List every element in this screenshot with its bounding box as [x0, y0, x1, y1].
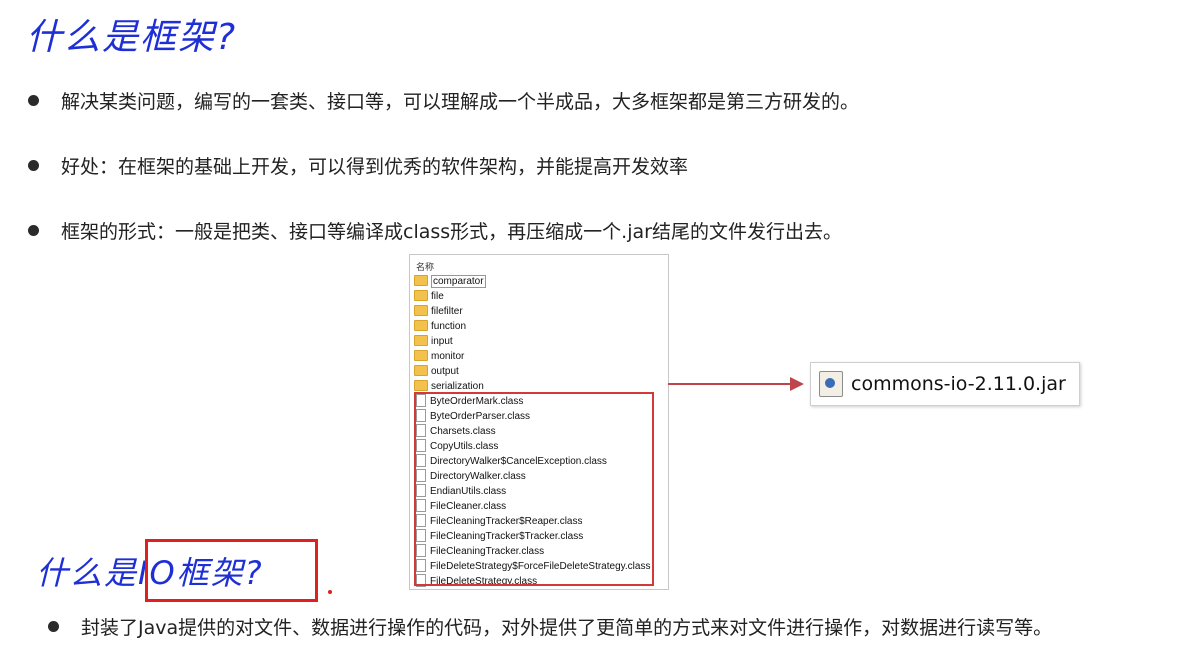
jar-filename: commons-io-2.11.0.jar	[851, 373, 1066, 395]
folder-label: function	[431, 321, 467, 332]
folder-label: comparator	[431, 275, 486, 288]
bullet-text: 好处：在框架的基础上开发，可以得到优秀的软件架构，并能提高开发效率	[61, 156, 689, 178]
folder-item[interactable]: file	[414, 289, 444, 304]
folder-icon	[414, 364, 428, 376]
folder-item[interactable]: monitor	[414, 349, 464, 364]
folder-item[interactable]: function	[414, 319, 466, 334]
class-files-highlight-box	[414, 392, 654, 586]
folder-icon	[414, 304, 428, 316]
folder-item[interactable]: filefilter	[414, 304, 463, 319]
bullet-dot	[28, 95, 39, 106]
io-framework-highlight-box	[145, 539, 318, 602]
bullet-item-definition: 解决某类问题，编写的一套类、接口等，可以理解成一个半成品，大多框架都是第三方研发…	[28, 87, 859, 114]
java-jar-icon	[819, 371, 843, 397]
folder-icon	[414, 379, 428, 391]
folder-item[interactable]: input	[414, 334, 453, 349]
column-header-name[interactable]: 名称	[416, 260, 434, 273]
folder-label: input	[431, 336, 453, 347]
folder-icon	[414, 349, 428, 361]
folder-icon	[414, 319, 428, 331]
arrow-right-icon	[790, 377, 804, 391]
annotation-dot	[328, 590, 332, 594]
folder-label: filefilter	[431, 306, 463, 317]
bullet-text: 框架的形式：一般是把类、接口等编译成class形式，再压缩成一个.jar结尾的文…	[61, 221, 842, 243]
bullet-text: 封装了Java提供的对文件、数据进行操作的代码，对外提供了更简单的方式来对文件进…	[81, 617, 1053, 639]
folder-icon	[414, 274, 428, 286]
arrow-line	[668, 383, 794, 385]
folder-label: file	[431, 291, 444, 302]
folder-label: output	[431, 366, 459, 377]
subtitle-prefix: 什么是	[36, 554, 139, 592]
bullet-item-benefit: 好处：在框架的基础上开发，可以得到优秀的软件架构，并能提高开发效率	[28, 152, 688, 179]
bullet-dot	[48, 621, 59, 632]
folder-item[interactable]: comparator	[414, 274, 486, 289]
folder-label: monitor	[431, 351, 465, 362]
folder-icon	[414, 334, 428, 346]
bullet-item-form: 框架的形式：一般是把类、接口等编译成class形式，再压缩成一个.jar结尾的文…	[28, 217, 842, 244]
bullet-item-io-definition: 封装了Java提供的对文件、数据进行操作的代码，对外提供了更简单的方式来对文件进…	[48, 613, 1052, 640]
folder-icon	[414, 289, 428, 301]
bullet-dot	[28, 160, 39, 171]
page-title: 什么是框架?	[26, 17, 238, 58]
bullet-text: 解决某类问题，编写的一套类、接口等，可以理解成一个半成品，大多框架都是第三方研发…	[61, 91, 860, 113]
folder-label: serialization	[431, 381, 484, 392]
bullet-dot	[28, 225, 39, 236]
folder-item[interactable]: output	[414, 364, 459, 379]
jar-file-item[interactable]: commons-io-2.11.0.jar	[810, 362, 1080, 406]
